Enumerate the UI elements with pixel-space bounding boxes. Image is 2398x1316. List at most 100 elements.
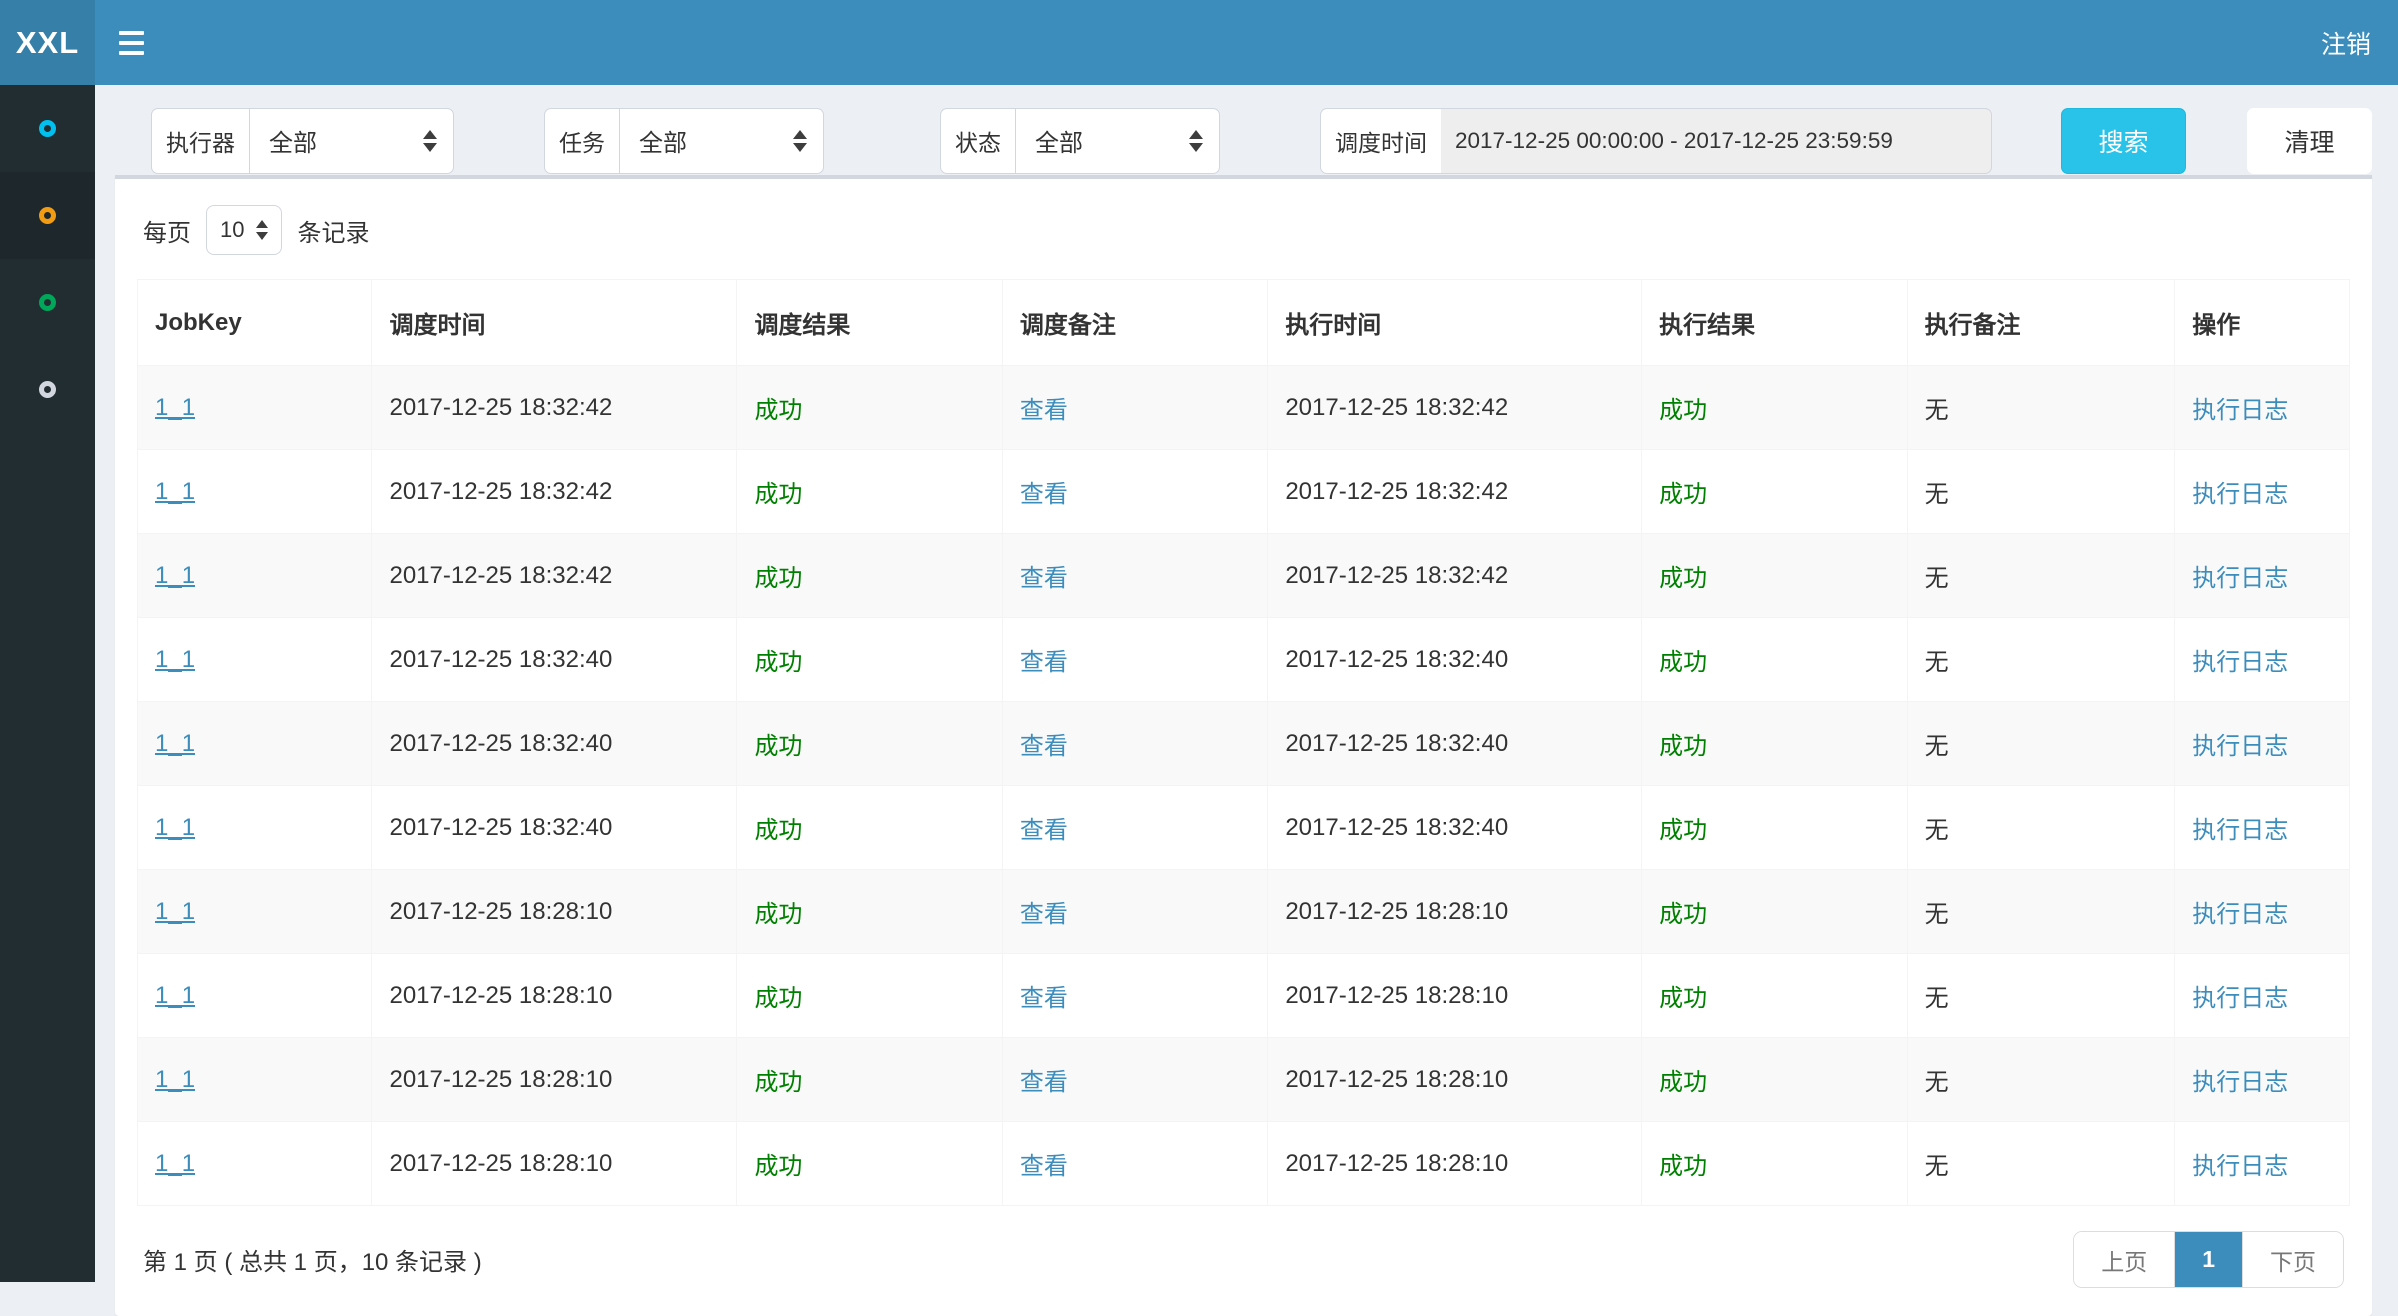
select-arrows-icon	[1189, 130, 1203, 152]
executor-filter-group: 执行器 全部	[151, 108, 454, 174]
handle-result-cell: 成功	[1642, 786, 1907, 870]
hamburger-icon	[119, 31, 144, 35]
next-page-button[interactable]: 下页	[2242, 1232, 2343, 1287]
prev-page-button[interactable]: 上页	[2074, 1232, 2174, 1287]
page-size-value: 10	[220, 217, 244, 243]
table-row: 1_1 2017-12-25 18:28:10 成功 查看 2017-12-25…	[138, 1122, 2350, 1206]
current-page-button[interactable]: 1	[2174, 1232, 2242, 1287]
handle-result-cell: 成功	[1642, 366, 1907, 450]
jobkey-link[interactable]: 1_1	[155, 730, 195, 757]
jobkey-link[interactable]: 1_1	[155, 1066, 195, 1093]
exec-log-link[interactable]: 执行日志	[2192, 649, 2288, 676]
page-size-select[interactable]: 10	[206, 205, 282, 255]
select-arrows-icon	[423, 130, 437, 152]
job-filter-select[interactable]: 全部	[619, 108, 824, 174]
trigger-msg-link[interactable]: 查看	[1020, 1153, 1068, 1180]
page-size-prefix-label: 每页	[143, 213, 191, 248]
trigger-msg-link[interactable]: 查看	[1020, 817, 1068, 844]
trigger-msg-link[interactable]: 查看	[1020, 901, 1068, 928]
sidebar-toggle-button[interactable]	[95, 0, 167, 85]
trigger-time-cell: 2017-12-25 18:32:40	[372, 702, 737, 786]
handle-msg-cell: 无	[1907, 1038, 2175, 1122]
dispatch-log-table: JobKey 调度时间 调度结果 调度备注 执行时间 执行结果 执行备注 操作 …	[137, 279, 2350, 1206]
handle-result-cell: 成功	[1642, 534, 1907, 618]
handle-result-cell: 成功	[1642, 954, 1907, 1038]
sidebar-item[interactable]	[0, 172, 95, 259]
sidebar-item[interactable]	[0, 85, 95, 172]
trigger-msg-link[interactable]: 查看	[1020, 1069, 1068, 1096]
exec-log-link[interactable]: 执行日志	[2192, 397, 2288, 424]
app-logo[interactable]: XXL	[0, 0, 95, 85]
pagination: 上页 1 下页	[2073, 1231, 2344, 1288]
status-filter-select[interactable]: 全部	[1015, 108, 1220, 174]
exec-log-link[interactable]: 执行日志	[2192, 901, 2288, 928]
circle-o-icon	[39, 120, 56, 137]
sidebar-item[interactable]	[0, 259, 95, 346]
executor-filter-label: 执行器	[151, 108, 249, 174]
trigger-result-cell: 成功	[737, 786, 1002, 870]
trigger-msg-link[interactable]: 查看	[1020, 733, 1068, 760]
trigger-result-cell: 成功	[737, 954, 1002, 1038]
trigger-msg-link[interactable]: 查看	[1020, 481, 1068, 508]
exec-log-link[interactable]: 执行日志	[2192, 817, 2288, 844]
jobkey-link[interactable]: 1_1	[155, 1150, 195, 1177]
status-filter-label: 状态	[940, 108, 1015, 174]
handle-time-cell: 2017-12-25 18:28:10	[1268, 1038, 1642, 1122]
trigger-msg-link[interactable]: 查看	[1020, 649, 1068, 676]
handle-result-cell: 成功	[1642, 618, 1907, 702]
handle-msg-cell: 无	[1907, 450, 2175, 534]
trigger-time-range-input[interactable]: 2017-12-25 00:00:00 - 2017-12-25 23:59:5…	[1441, 108, 1992, 174]
trigger-time-cell: 2017-12-25 18:32:40	[372, 786, 737, 870]
table-row: 1_1 2017-12-25 18:32:42 成功 查看 2017-12-25…	[138, 534, 2350, 618]
table-row: 1_1 2017-12-25 18:28:10 成功 查看 2017-12-25…	[138, 1038, 2350, 1122]
status-filter-group: 状态 全部	[940, 108, 1220, 174]
exec-log-link[interactable]: 执行日志	[2192, 733, 2288, 760]
exec-log-link[interactable]: 执行日志	[2192, 481, 2288, 508]
header-trigger-result: 调度结果	[737, 280, 1002, 366]
jobkey-link[interactable]: 1_1	[155, 646, 195, 673]
table-row: 1_1 2017-12-25 18:28:10 成功 查看 2017-12-25…	[138, 954, 2350, 1038]
top-navbar: XXL 注销	[0, 0, 2398, 85]
circle-o-icon	[39, 207, 56, 224]
trigger-msg-link[interactable]: 查看	[1020, 565, 1068, 592]
navbar-spacer	[167, 0, 2294, 85]
logout-button[interactable]: 注销	[2294, 0, 2398, 85]
trigger-msg-link[interactable]: 查看	[1020, 985, 1068, 1012]
exec-log-link[interactable]: 执行日志	[2192, 985, 2288, 1012]
table-row: 1_1 2017-12-25 18:32:40 成功 查看 2017-12-25…	[138, 786, 2350, 870]
jobkey-link[interactable]: 1_1	[155, 814, 195, 841]
handle-msg-cell: 无	[1907, 870, 2175, 954]
header-handle-result: 执行结果	[1642, 280, 1907, 366]
handle-time-cell: 2017-12-25 18:32:40	[1268, 702, 1642, 786]
handle-msg-cell: 无	[1907, 366, 2175, 450]
trigger-result-cell: 成功	[737, 618, 1002, 702]
handle-time-cell: 2017-12-25 18:28:10	[1268, 1122, 1642, 1206]
clear-button[interactable]: 清理	[2247, 108, 2372, 174]
pagination-info: 第 1 页 ( 总共 1 页，10 条记录 )	[143, 1242, 482, 1277]
exec-log-link[interactable]: 执行日志	[2192, 1069, 2288, 1096]
jobkey-link[interactable]: 1_1	[155, 394, 195, 421]
jobkey-link[interactable]: 1_1	[155, 478, 195, 505]
jobkey-link[interactable]: 1_1	[155, 562, 195, 589]
executor-filter-select[interactable]: 全部	[249, 108, 454, 174]
main-content: 调度日志 任务调度中心 执行器 全部 任务 全部 状态 全部	[95, 0, 2398, 1316]
table-row: 1_1 2017-12-25 18:32:42 成功 查看 2017-12-25…	[138, 450, 2350, 534]
sidebar-item[interactable]	[0, 346, 95, 433]
handle-msg-cell: 无	[1907, 618, 2175, 702]
handle-time-cell: 2017-12-25 18:32:40	[1268, 786, 1642, 870]
handle-msg-cell: 无	[1907, 786, 2175, 870]
jobkey-link[interactable]: 1_1	[155, 898, 195, 925]
handle-result-cell: 成功	[1642, 1038, 1907, 1122]
header-jobkey: JobKey	[138, 280, 372, 366]
handle-result-cell: 成功	[1642, 870, 1907, 954]
trigger-result-cell: 成功	[737, 366, 1002, 450]
search-button[interactable]: 搜索	[2061, 108, 2186, 174]
jobkey-link[interactable]: 1_1	[155, 982, 195, 1009]
exec-log-link[interactable]: 执行日志	[2192, 1153, 2288, 1180]
trigger-result-cell: 成功	[737, 702, 1002, 786]
handle-time-cell: 2017-12-25 18:32:42	[1268, 366, 1642, 450]
trigger-result-cell: 成功	[737, 870, 1002, 954]
trigger-msg-link[interactable]: 查看	[1020, 397, 1068, 424]
exec-log-link[interactable]: 执行日志	[2192, 565, 2288, 592]
trigger-time-cell: 2017-12-25 18:32:42	[372, 450, 737, 534]
